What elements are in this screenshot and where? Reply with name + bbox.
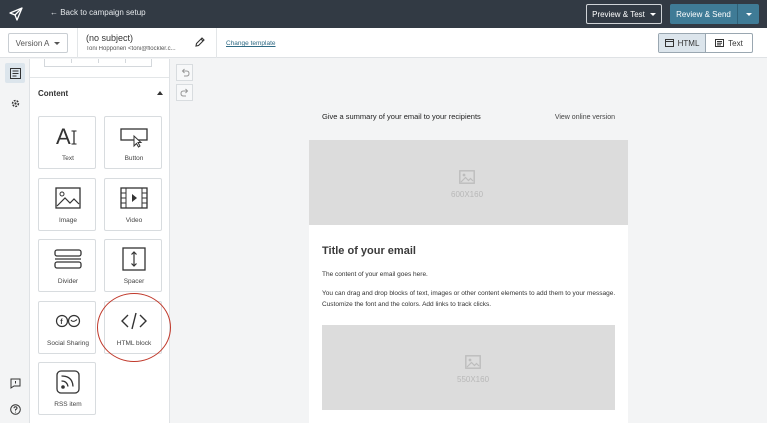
feedback-icon [10, 378, 20, 389]
gear-icon [11, 99, 19, 107]
tile-label: Spacer [123, 278, 145, 285]
divider-block-tile[interactable]: Divider [38, 239, 96, 292]
tile-label: RSS item [54, 401, 82, 408]
content-section-title: Content [38, 89, 69, 98]
html-label: HTML [677, 38, 700, 48]
image-placeholder-icon [459, 170, 475, 184]
version-label: Version A [15, 38, 50, 48]
subject-sender-area[interactable]: (no subject) Toni Hopponen <toni@flockle… [77, 28, 217, 58]
email-body: Title of your email The content of your … [309, 225, 628, 423]
image-placeholder-icon [465, 355, 481, 369]
text-view-button[interactable]: Text [706, 34, 752, 52]
collapse-caret-icon[interactable] [157, 91, 163, 95]
review-dropdown-toggle[interactable] [738, 12, 759, 16]
html-block-tile[interactable]: HTML block [104, 301, 162, 354]
version-select[interactable]: Version A [8, 33, 68, 53]
tile-label: Video [125, 217, 143, 224]
text-icon: A [56, 124, 77, 149]
email-paragraph-1[interactable]: The content of your email goes here. [322, 271, 428, 278]
editor-header: Version A (no subject) Toni Hopponen <to… [0, 28, 767, 58]
rss-item-block-tile[interactable]: RSS item [38, 362, 96, 415]
rss-icon [56, 370, 80, 394]
spacer-block-tile[interactable]: Spacer [104, 239, 162, 292]
text-lines-icon [715, 39, 725, 47]
chevron-down-icon [745, 12, 752, 16]
text-block-tile[interactable]: A Text [38, 116, 96, 169]
back-to-campaign-link[interactable]: ← Back to campaign setup [50, 8, 146, 17]
change-template-link[interactable]: Change template [226, 40, 276, 47]
social-sharing-icon: f [55, 314, 81, 328]
svg-text:f: f [60, 319, 63, 326]
review-label: Review & Send [676, 9, 731, 19]
pencil-icon[interactable] [194, 36, 206, 48]
hero-size-label: 600X160 [451, 190, 484, 199]
image-icon [55, 187, 81, 209]
review-send-button[interactable]: Review & Send [670, 4, 759, 24]
help-icon [9, 403, 21, 415]
video-block-tile[interactable]: Video [104, 178, 162, 231]
svg-text:A: A [56, 124, 71, 149]
divider-icon [54, 249, 82, 269]
back-label: ← Back to campaign setup [50, 8, 146, 17]
redo-button[interactable] [176, 84, 193, 101]
hero-image-placeholder[interactable]: 600X160 [309, 140, 628, 225]
image-block-tile[interactable]: Image [38, 178, 96, 231]
email-sender: Toni Hopponen <toni@flockler.c... [86, 46, 176, 52]
html-icon [664, 39, 674, 47]
previous-section-block [44, 59, 152, 67]
html-text-toggle: HTML Text [658, 33, 753, 53]
spacer-icon [122, 247, 146, 271]
email-paragraph-2[interactable]: You can drag and drop blocks of text, im… [322, 288, 617, 310]
code-icon [121, 312, 147, 330]
send-arrow-icon[interactable] [8, 6, 24, 22]
content-panel: Content A Text Button Image Video Divide… [30, 59, 170, 423]
tile-label: Divider [57, 278, 79, 285]
left-rail [0, 59, 30, 423]
tile-label: Social Sharing [47, 340, 89, 347]
button-block-tile[interactable]: Button [104, 116, 162, 169]
tile-label: Button [124, 155, 144, 162]
preview-label: Preview & Test [592, 9, 645, 19]
view-online-link[interactable]: View online version [555, 114, 615, 121]
email-preheader-row: Give a summary of your email to your rec… [309, 106, 628, 138]
feedback-button[interactable] [5, 373, 25, 393]
content-image-placeholder[interactable]: 550X160 [322, 325, 615, 410]
chevron-down-icon [649, 12, 656, 16]
redo-icon [179, 88, 188, 97]
preheader-text[interactable]: Give a summary of your email to your rec… [322, 112, 481, 121]
image2-size-label: 550X160 [457, 375, 490, 384]
chevron-down-icon [54, 41, 61, 45]
text-label: Text [728, 38, 743, 48]
help-button[interactable] [5, 399, 25, 419]
email-subject: (no subject) [86, 33, 134, 43]
top-bar: ← Back to campaign setup Preview & Test … [0, 0, 767, 28]
social-sharing-block-tile[interactable]: f Social Sharing [38, 301, 96, 354]
preview-test-button[interactable]: Preview & Test [586, 4, 662, 24]
html-view-button[interactable]: HTML [659, 34, 706, 52]
settings-button[interactable] [5, 93, 25, 113]
content-blocks-icon [9, 67, 21, 79]
undo-icon [181, 68, 190, 77]
tile-label: Text [62, 155, 74, 162]
video-icon [120, 187, 148, 209]
tile-label: Image [58, 217, 78, 224]
email-title[interactable]: Title of your email [322, 245, 416, 257]
content-panel-button[interactable] [5, 63, 25, 83]
tile-label: HTML block [116, 340, 152, 347]
button-icon [120, 128, 148, 148]
undo-button[interactable] [176, 64, 193, 81]
